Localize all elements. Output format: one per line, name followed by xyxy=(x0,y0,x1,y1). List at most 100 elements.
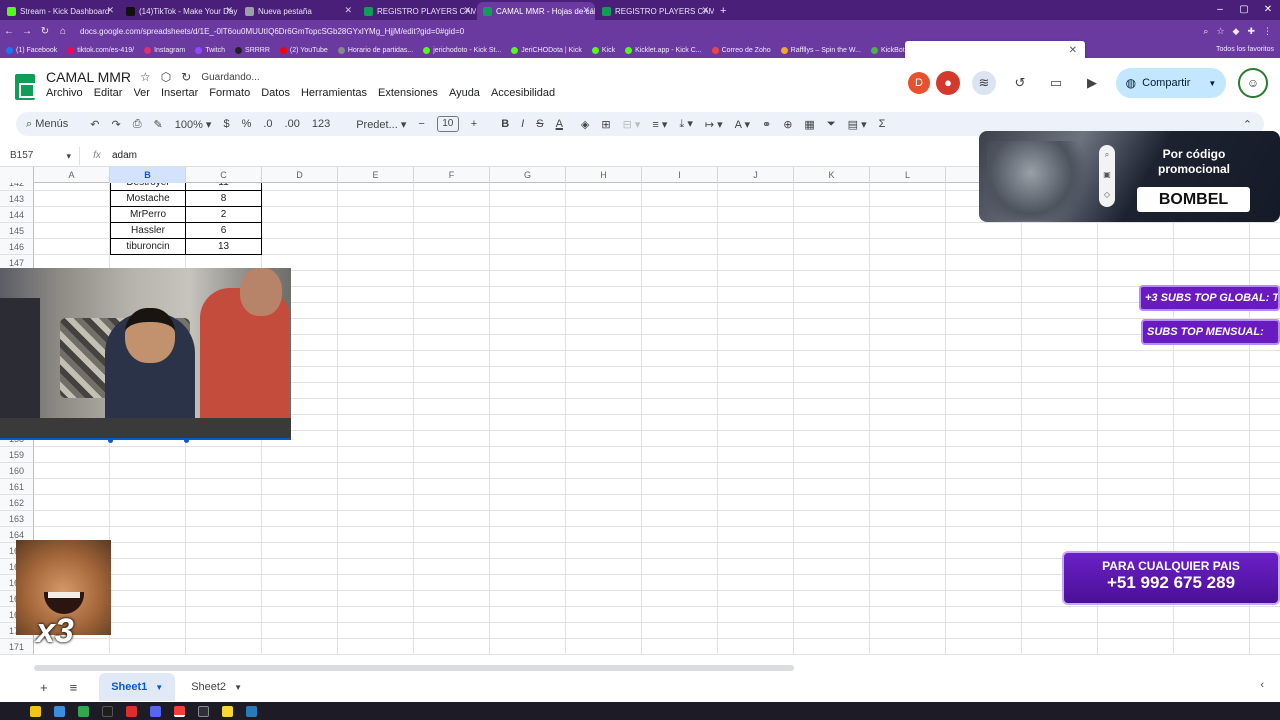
grid-cell[interactable] xyxy=(490,351,566,367)
grid-cell[interactable] xyxy=(34,207,110,223)
formula-input[interactable]: adam xyxy=(112,150,137,161)
grid-cell[interactable] xyxy=(1098,511,1174,527)
bookmark-item[interactable]: Instagram xyxy=(144,46,185,54)
browser-tab[interactable]: REGISTRO PLAYERS CAMAL C...✕ xyxy=(596,2,714,20)
close-icon[interactable]: ✕ xyxy=(1256,0,1280,20)
grid-cell[interactable] xyxy=(566,239,642,255)
collaborator-avatar[interactable]: D xyxy=(908,72,930,94)
grid-cell[interactable] xyxy=(1098,239,1174,255)
discord-icon[interactable] xyxy=(150,705,161,717)
grid-cell[interactable] xyxy=(262,191,338,207)
bookmark-item[interactable]: Twitch xyxy=(195,46,225,54)
font-size-increase-icon[interactable]: + xyxy=(471,118,477,130)
grid-cell[interactable] xyxy=(1174,511,1250,527)
grid-cell[interactable] xyxy=(186,591,262,607)
zoom-icon[interactable]: ⌕ xyxy=(1203,26,1208,37)
bookmark-item[interactable]: JeriCHODota | Kick xyxy=(511,46,582,54)
grid-cell[interactable] xyxy=(262,623,338,639)
filter-icon[interactable]: ⏷ xyxy=(827,118,836,131)
column-header[interactable]: D xyxy=(262,167,338,183)
grid-cell[interactable] xyxy=(490,479,566,495)
column-header[interactable]: L xyxy=(870,167,946,183)
browser-tab[interactable]: REGISTRO PLAYERS CAMAL C...✕ xyxy=(358,2,476,20)
decrease-decimal-button[interactable]: .0 xyxy=(263,118,272,130)
grid-cell[interactable] xyxy=(870,399,946,415)
grid-cell[interactable] xyxy=(794,639,870,655)
browser-tab[interactable]: Stream - Kick Dashboard ✕ xyxy=(1,2,119,20)
grid-cell[interactable] xyxy=(566,607,642,623)
notes-icon[interactable] xyxy=(222,705,233,717)
grid-cell[interactable] xyxy=(946,335,1022,351)
grid-cell[interactable] xyxy=(642,351,718,367)
grid-cell[interactable] xyxy=(1174,607,1250,623)
grid-cell[interactable] xyxy=(110,479,186,495)
url-field[interactable]: docs.google.com/spreadsheets/d/1E_-0lT6o… xyxy=(80,27,1203,36)
font-size-decrease-icon[interactable]: − xyxy=(418,118,424,130)
grid-cell[interactable] xyxy=(414,399,490,415)
document-title[interactable]: CAMAL MMR xyxy=(46,69,131,85)
grid-cell[interactable] xyxy=(186,607,262,623)
grid-cell[interactable] xyxy=(718,191,794,207)
grid-cell[interactable] xyxy=(414,335,490,351)
grid-cell[interactable] xyxy=(718,575,794,591)
grid-cell[interactable] xyxy=(566,447,642,463)
grid-cell[interactable] xyxy=(262,607,338,623)
grid-cell[interactable] xyxy=(1022,607,1098,623)
zoom-select[interactable]: 100% ▾ xyxy=(175,118,212,131)
grid-cell[interactable] xyxy=(338,415,414,431)
grid-cell[interactable] xyxy=(338,367,414,383)
grid-cell[interactable] xyxy=(642,239,718,255)
grid-cell[interactable] xyxy=(566,463,642,479)
grid-cell[interactable] xyxy=(794,623,870,639)
grid-cell[interactable] xyxy=(794,479,870,495)
grid-cell[interactable] xyxy=(1174,431,1250,447)
grid-cell[interactable] xyxy=(338,239,414,255)
grid-cell[interactable] xyxy=(566,495,642,511)
grid-cell[interactable] xyxy=(1022,223,1098,239)
grid-cell[interactable] xyxy=(1250,607,1280,623)
grid-cell[interactable] xyxy=(1022,319,1098,335)
grid-cell[interactable] xyxy=(338,607,414,623)
grid-cell[interactable] xyxy=(1250,495,1280,511)
grid-cell[interactable] xyxy=(1174,223,1250,239)
grid-cell[interactable] xyxy=(718,495,794,511)
grid-cell[interactable] xyxy=(414,623,490,639)
grid-cell[interactable] xyxy=(946,223,1022,239)
grid-cell[interactable] xyxy=(1022,527,1098,543)
grid-cell[interactable] xyxy=(490,207,566,223)
grid-cell[interactable] xyxy=(1098,383,1174,399)
grid-cell[interactable] xyxy=(262,543,338,559)
link-icon[interactable]: ⚭ xyxy=(762,118,771,131)
grid-cell[interactable] xyxy=(794,271,870,287)
grid-cell[interactable] xyxy=(338,191,414,207)
grid-cell[interactable] xyxy=(262,495,338,511)
grid-cell[interactable] xyxy=(1022,623,1098,639)
grid-cell[interactable] xyxy=(870,639,946,655)
grid-cell[interactable] xyxy=(186,527,262,543)
column-header[interactable]: B xyxy=(110,167,186,183)
grid-cell[interactable] xyxy=(642,607,718,623)
bookmark-item[interactable]: Raffllys – Spin the W... xyxy=(780,46,861,54)
grid-cell[interactable]: 6 xyxy=(186,223,262,239)
grid-cell[interactable] xyxy=(338,591,414,607)
column-header[interactable]: F xyxy=(414,167,490,183)
menu-item[interactable]: Editar xyxy=(94,87,123,99)
menu-item[interactable]: Herramientas xyxy=(301,87,367,99)
grid-cell[interactable] xyxy=(490,223,566,239)
grid-cell[interactable] xyxy=(718,463,794,479)
grid-cell[interactable] xyxy=(718,479,794,495)
menu-item[interactable]: Ayuda xyxy=(449,87,480,99)
grid-cell[interactable] xyxy=(946,383,1022,399)
grid-cell[interactable] xyxy=(1022,367,1098,383)
grid-cell[interactable] xyxy=(186,639,262,655)
add-sheet-icon[interactable]: + xyxy=(40,680,48,695)
grid-cell[interactable] xyxy=(794,319,870,335)
column-header[interactable]: H xyxy=(566,167,642,183)
grid-cell[interactable] xyxy=(870,527,946,543)
grid-cell[interactable] xyxy=(414,511,490,527)
grid-cell[interactable] xyxy=(794,415,870,431)
grid-cell[interactable] xyxy=(946,415,1022,431)
selection-handle[interactable] xyxy=(108,438,113,443)
grid-cell[interactable] xyxy=(566,319,642,335)
grid-cell[interactable] xyxy=(718,207,794,223)
